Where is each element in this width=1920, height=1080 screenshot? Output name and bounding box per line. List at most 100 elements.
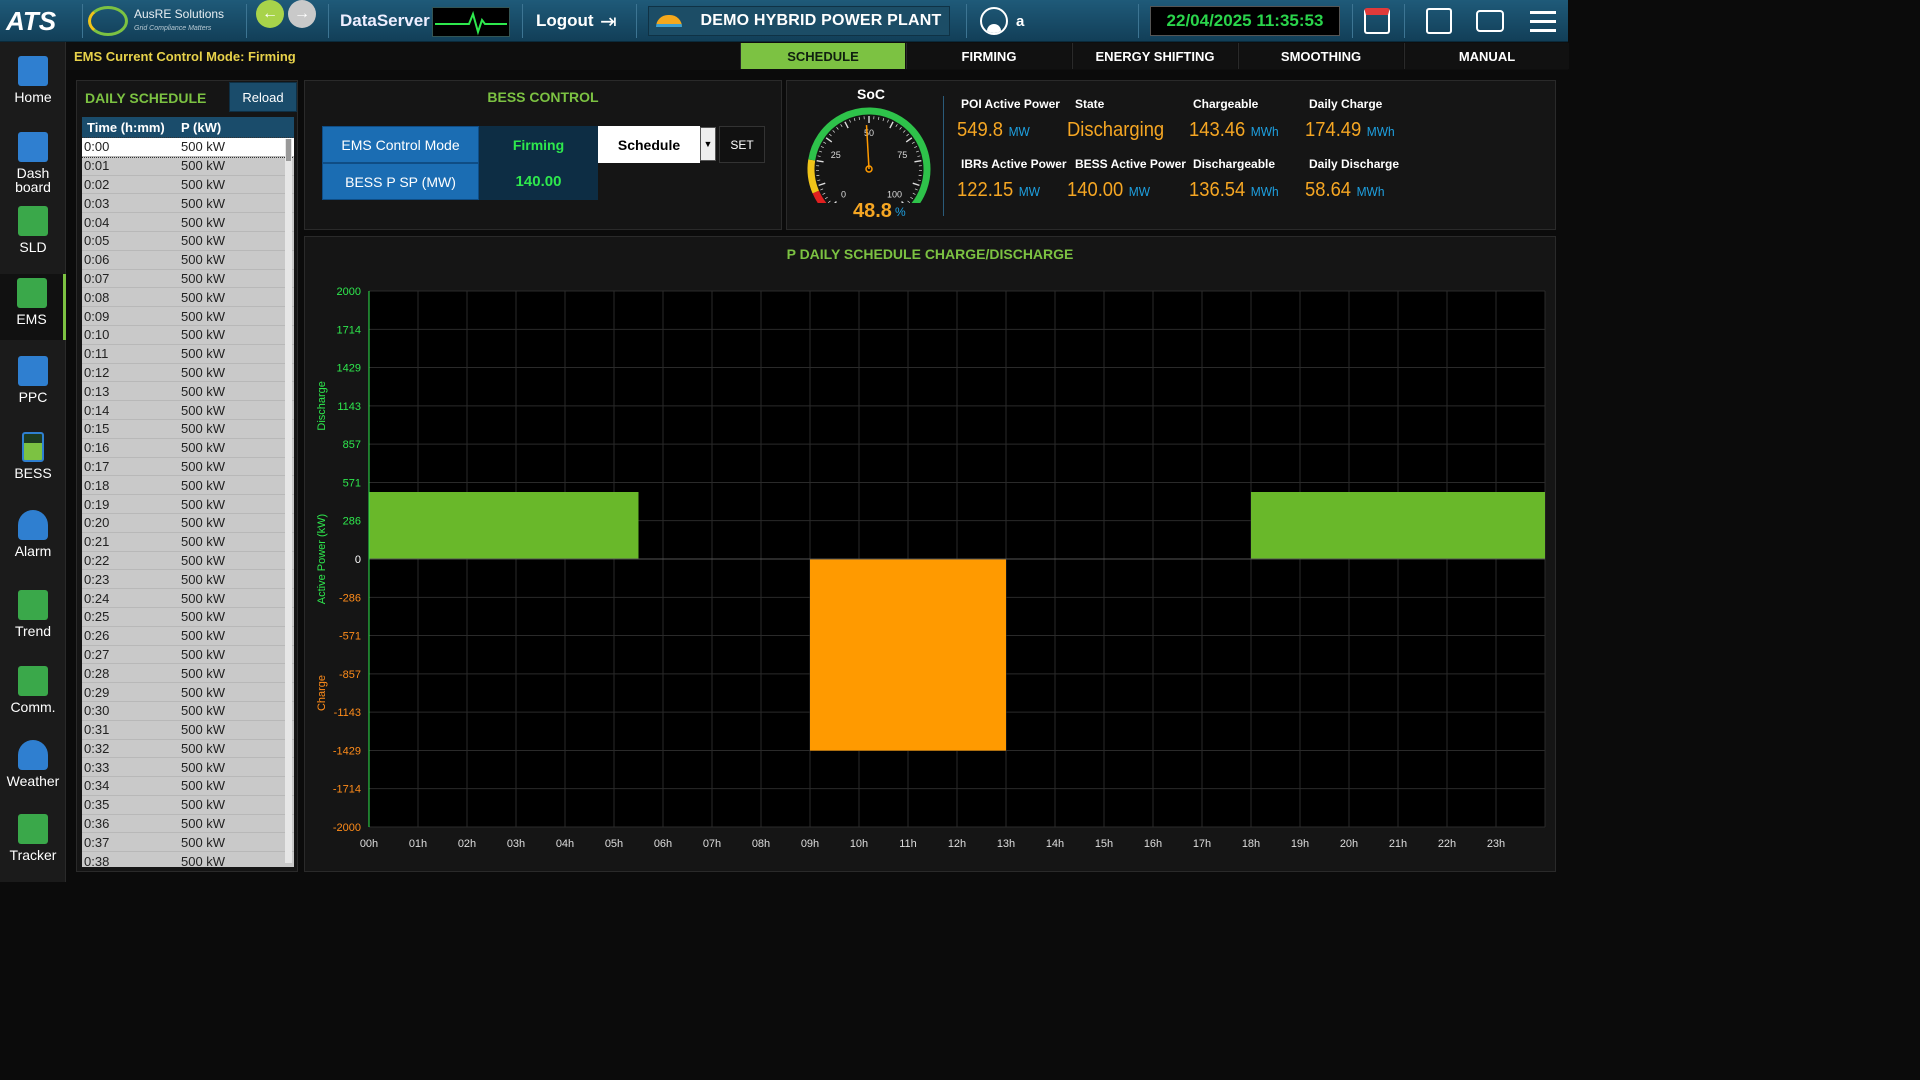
table-row[interactable]: 0:24 500 kW [82,589,294,608]
table-row[interactable]: 0:06 500 kW [82,251,294,270]
table-row[interactable]: 0:13 500 kW [82,382,294,402]
time-cell: 0:00 [84,139,110,155]
bess-p-sp-label: BESS P SP (MW) [322,163,479,200]
sidebar-item-bess[interactable]: BESS [0,428,66,494]
print-icon[interactable] [1476,0,1504,42]
logout-button[interactable]: Logout [536,0,594,42]
forward-arrow-icon[interactable]: → [288,0,316,28]
sidebar-item-dash-board[interactable]: Dash board [0,128,66,198]
hamburger-menu-icon[interactable] [1530,0,1556,42]
table-row[interactable]: 0:11 500 kW [82,345,294,364]
daily-schedule-title: DAILY SCHEDULE [85,90,207,106]
reload-button[interactable]: Reload [229,82,297,112]
top-bar: ATS AusRE Solutions Grid Compliance Matte… [0,0,1568,42]
table-row[interactable]: 0:38 500 kW [82,852,294,867]
table-row[interactable]: 0:16 500 kW [82,439,294,458]
time-cell: 0:06 [84,252,110,268]
power-cell: 500 kW [181,515,226,531]
metric-unit: MW [1128,184,1151,199]
power-cell: 500 kW [181,834,226,850]
tab-firming[interactable]: FIRMING [906,43,1228,69]
sidebar-item-ppc[interactable]: PPC [0,352,66,418]
calendar-icon[interactable] [1364,0,1390,42]
sidebar-item-trend[interactable]: Trend [0,586,66,652]
table-row[interactable]: 0:20 500 kW [82,514,294,533]
table-row[interactable]: 0:31 500 kW [82,721,294,740]
table-row[interactable]: 0:36 500 kW [82,815,294,834]
table-row[interactable]: 0:02 500 kW [82,176,294,195]
bess-p-sp-value[interactable]: 140.00 [479,163,598,200]
table-row[interactable]: 0:33 500 kW [82,758,294,778]
battery-icon [22,432,44,462]
sidebar-item-comm[interactable]: Comm. [0,662,66,728]
ats-logo[interactable]: ATS [6,0,56,42]
table-row[interactable]: 0:10 500 kW [82,326,294,345]
sidebar-item-label: SLD [19,239,47,255]
power-cell: 500 kW [181,609,226,625]
gauge-tick [914,188,918,191]
back-arrow-icon[interactable]: ← [256,0,284,28]
tab-energy-shifting[interactable]: ENERGY SHIFTING [1072,43,1237,69]
table-row[interactable]: 0:01 500 kW [82,157,294,176]
sidebar-item-home[interactable]: Home [0,52,66,118]
time-cell: 0:20 [84,515,110,531]
metric-value: 174.49 MWh [1305,119,1395,142]
schedule-table[interactable]: Time (h:mm) P (kW) 0:00 500 kW 0:01 500 kW 0… [82,117,294,867]
user-menu[interactable]: a [980,0,1024,42]
table-row[interactable]: 0:37 500 kW [82,833,294,853]
table-row[interactable]: 0:12 500 kW [82,364,294,383]
table-row[interactable]: 0:32 500 kW [82,740,294,759]
table-row[interactable]: 0:27 500 kW [82,646,294,665]
metric-unit: MW [1008,124,1030,139]
table-row[interactable]: 0:09 500 kW [82,307,294,326]
table-row[interactable]: 0:30 500 kW [82,702,294,721]
tab-smoothing[interactable]: SMOOTHING [1238,43,1403,69]
table-scrollbar[interactable] [285,139,292,863]
table-row[interactable]: 0:29 500 kW [82,683,294,702]
sidebar-item-tracker[interactable]: Tracker [0,810,66,876]
table-row[interactable]: 0:04 500 kW [82,213,294,232]
table-row[interactable]: 0:25 500 kW [82,608,294,627]
control-mode-select[interactable]: Schedule [598,126,700,163]
table-row[interactable]: 0:14 500 kW [82,401,294,420]
table-row[interactable]: 0:34 500 kW [82,777,294,796]
time-cell: 0:25 [84,609,110,625]
tab-schedule[interactable]: SCHEDULE [740,43,905,69]
table-row[interactable]: 0:08 500 kW [82,288,294,308]
set-button[interactable]: SET [719,126,765,163]
sidebar-item-weather[interactable]: Weather [0,736,66,802]
brand-name: AusRE Solutions [134,6,225,21]
dashboard-icon [18,132,48,162]
table-row[interactable]: 0:19 500 kW [82,495,294,514]
table-row[interactable]: 0:03 500 kW [82,194,294,214]
ems-control-mode-label: EMS Control Mode [322,126,479,163]
x-tick-label: 00h [360,838,378,850]
screenshot-icon[interactable] [1426,0,1452,42]
table-row[interactable]: 0:18 500 kW [82,476,294,496]
table-row[interactable]: 0:26 500 kW [82,627,294,646]
sidebar-item-sld[interactable]: SLD [0,202,66,268]
x-tick-label: 19h [1291,838,1309,850]
sidebar-item-label: BESS [14,465,52,481]
chevron-down-icon[interactable]: ▼ [700,127,716,161]
table-row[interactable]: 0:28 500 kW [82,664,294,684]
y-tick-label: -571 [339,631,361,643]
table-row[interactable]: 0:07 500 kW [82,270,294,289]
tab-manual[interactable]: MANUAL [1404,43,1569,69]
table-row[interactable]: 0:17 500 kW [82,458,294,477]
table-row[interactable]: 0:35 500 kW [82,796,294,815]
time-cell: 0:18 [84,477,110,493]
metric-label: IBRs Active Power [961,157,1067,171]
x-tick-label: 09h [801,838,819,850]
table-row[interactable]: 0:21 500 kW [82,533,294,552]
table-row[interactable]: 0:22 500 kW [82,552,294,571]
table-row[interactable]: 0:23 500 kW [82,570,294,590]
table-row[interactable]: 0:15 500 kW [82,420,294,439]
sidebar-item-alarm[interactable]: Alarm [0,506,66,572]
gauge-tick [840,124,843,127]
table-row[interactable]: 0:05 500 kW [82,232,294,251]
table-row[interactable]: 0:00 500 kW [82,137,294,158]
time-cell: 0:38 [84,853,110,867]
sidebar-item-ems[interactable]: EMS [0,274,66,340]
logout-icon[interactable]: ⇥ [600,0,617,42]
